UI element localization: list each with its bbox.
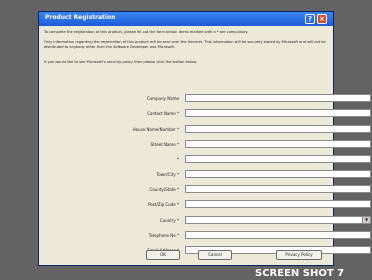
county-state-field[interactable] <box>185 185 371 193</box>
town-city-field[interactable] <box>185 170 371 178</box>
address-line-row: * <box>39 155 371 164</box>
post-zip-field[interactable] <box>185 200 371 208</box>
country-label: Country * <box>159 218 179 223</box>
address-line-field[interactable] <box>185 155 371 163</box>
chevron-down-icon[interactable]: ▼ <box>362 217 370 223</box>
house-number-row: House Name/Number * <box>39 125 371 134</box>
county-state-label: County/State * <box>149 187 179 192</box>
intro-required-note: To complete the registration of this pro… <box>44 30 249 34</box>
country-select[interactable]: ▼ <box>185 216 371 224</box>
company-name-row: Company Name <box>39 94 371 103</box>
telephone-row: Telephone No * <box>39 231 371 240</box>
country-row: Country * ▼ <box>39 216 371 225</box>
street-name-row: Street Name * <box>39 140 371 149</box>
house-number-label: House Name/Number * <box>132 127 179 132</box>
street-name-label: Street Name * <box>150 142 180 147</box>
company-name-field[interactable] <box>185 94 371 102</box>
dialog-title: Product Registration <box>45 14 116 21</box>
product-registration-dialog: Product Registration ? × To complete the… <box>38 11 371 266</box>
post-zip-row: Post/Zip Code * <box>39 200 371 209</box>
post-zip-label: Post/Zip Code * <box>148 202 179 207</box>
town-city-label: Town/City * <box>156 172 179 177</box>
intro-privacy-note: Only information regarding the registrat… <box>44 40 326 49</box>
screenshot-caption: SCREEN SHOT 7 <box>255 268 345 279</box>
contact-name-row: Contact Name * <box>39 109 371 118</box>
contact-name-label: Contact Name * <box>147 111 179 116</box>
town-city-row: Town/City * <box>39 170 371 179</box>
telephone-label: Telephone No * <box>148 233 179 238</box>
ok-button[interactable]: OK <box>146 250 180 260</box>
help-icon[interactable]: ? <box>305 14 315 24</box>
address-line-label: * <box>177 157 179 162</box>
telephone-field[interactable] <box>185 231 371 239</box>
county-state-row: County/State * <box>39 185 371 194</box>
cancel-button[interactable]: Cancel <box>198 250 232 260</box>
close-icon[interactable]: × <box>317 14 327 24</box>
company-name-label: Company Name <box>146 96 179 101</box>
intro-policy-note: If you would like to see Microsoft's sec… <box>44 60 197 64</box>
house-number-field[interactable] <box>185 125 371 133</box>
contact-name-field[interactable] <box>185 109 371 117</box>
dialog-titlebar: Product Registration ? × <box>39 12 333 26</box>
street-name-field[interactable] <box>185 140 371 148</box>
privacy-policy-button[interactable]: Privacy Policy <box>276 250 322 260</box>
